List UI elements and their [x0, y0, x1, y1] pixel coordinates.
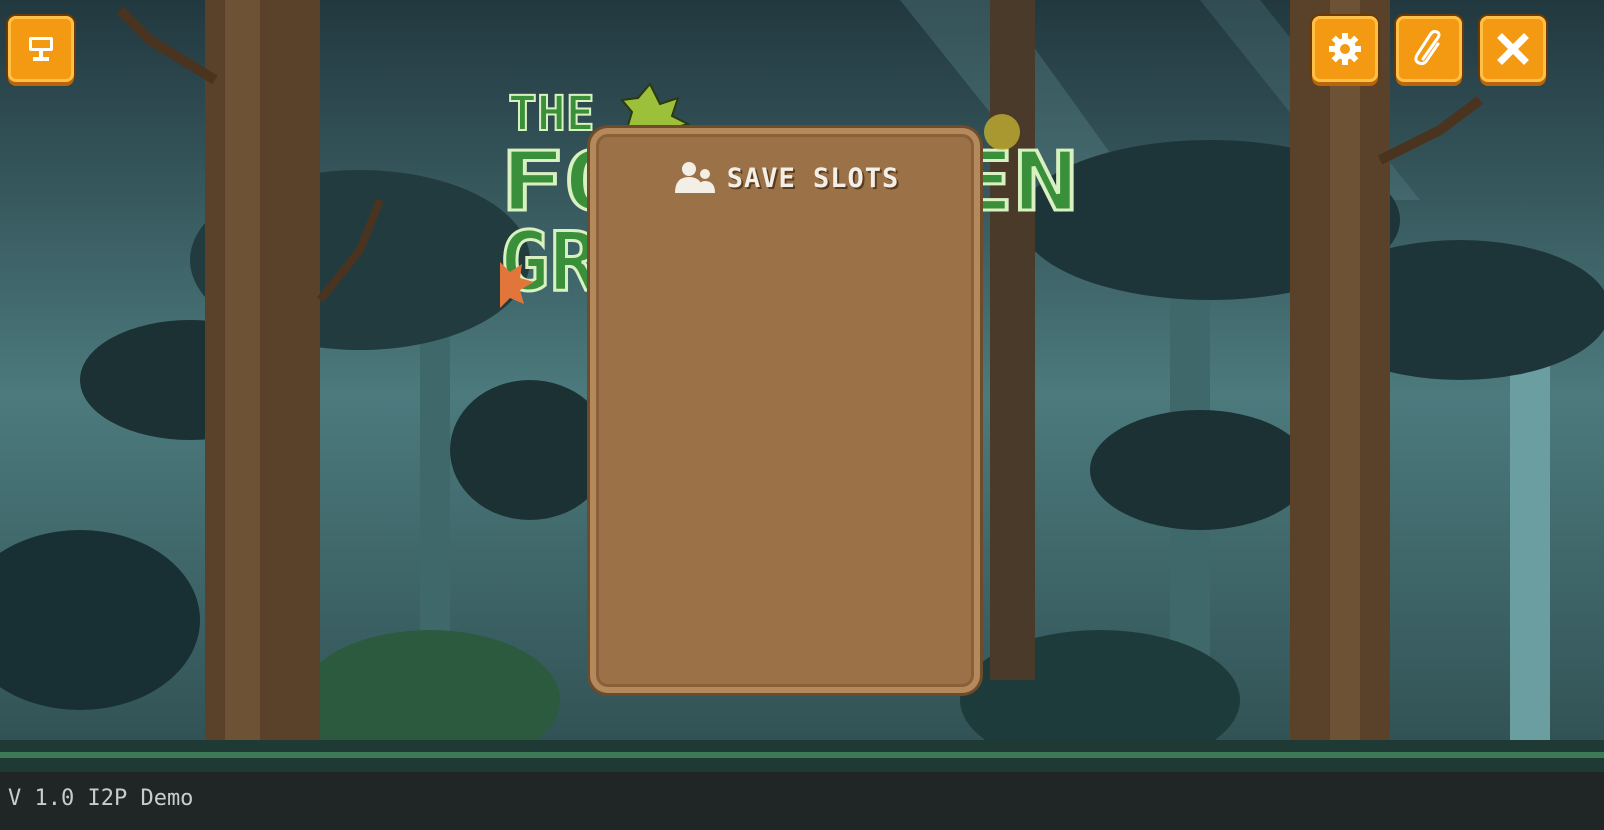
users-icon — [674, 162, 715, 193]
save-slots-panel: SAVE SLOTS — [590, 128, 980, 693]
logo-line-1: THE — [508, 86, 595, 142]
panel-header: SAVE SLOTS — [590, 158, 980, 198]
leaf-icon — [984, 114, 1020, 150]
trophy-button[interactable] — [8, 16, 74, 82]
attach-button[interactable] — [1396, 16, 1462, 82]
close-icon — [1497, 33, 1529, 65]
gear-icon — [1329, 33, 1361, 65]
paperclip-icon — [1414, 29, 1441, 66]
panel-title: SAVE SLOTS — [726, 162, 900, 194]
version-label: V 1.0 I2P Demo — [8, 786, 194, 811]
footer-bar: V 1.0 I2P Demo — [0, 772, 1604, 830]
settings-button[interactable] — [1312, 16, 1378, 82]
close-button[interactable] — [1480, 16, 1546, 82]
trophy-icon — [29, 37, 53, 61]
leaf-icon — [620, 82, 691, 134]
